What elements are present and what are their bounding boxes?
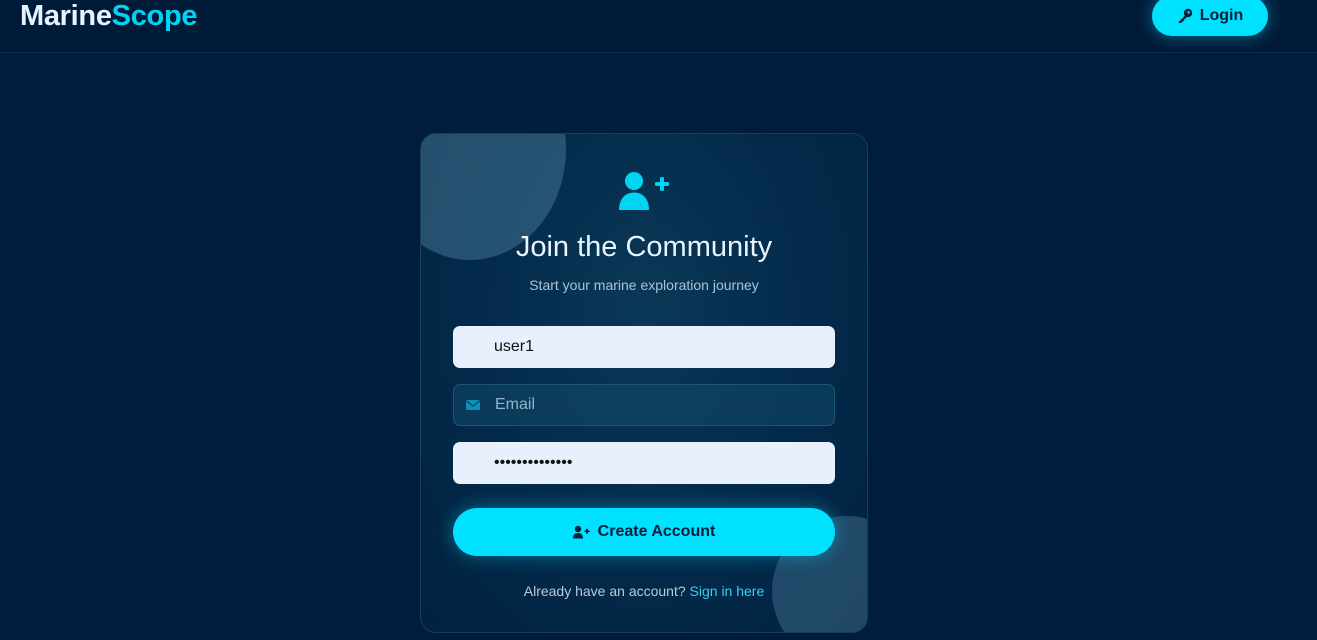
username-field-wrapper (453, 326, 835, 368)
user-plus-icon (572, 525, 590, 539)
key-icon (1178, 8, 1192, 23)
create-account-label: Create Account (597, 523, 716, 540)
signin-prompt: Already have an account? Sign in here (421, 583, 867, 599)
email-field[interactable] (453, 384, 835, 426)
login-button[interactable]: Login (1152, 0, 1268, 36)
username-field[interactable] (453, 326, 835, 368)
signin-prompt-text: Already have an account? (523, 583, 686, 599)
user-plus-icon (619, 172, 669, 210)
page-subtitle: Start your marine exploration journey (529, 277, 759, 293)
page-title: Join the Community (515, 231, 773, 263)
password-field[interactable] (453, 442, 835, 484)
top-navbar: MarineScope Login (0, 0, 1317, 53)
signin-link[interactable]: Sign in here (690, 583, 765, 599)
password-field-wrapper (453, 442, 835, 484)
envelope-icon (466, 400, 480, 410)
create-account-button[interactable]: Create Account (453, 508, 835, 556)
brand-name-part1: Marine (20, 0, 112, 32)
email-field-wrapper (453, 384, 835, 426)
signup-card: Join the Community Start your marine exp… (420, 133, 868, 633)
login-label: Login (1199, 7, 1244, 24)
brand-name-part2: Scope (111, 0, 198, 32)
brand-logo[interactable]: MarineScope (20, 0, 198, 32)
